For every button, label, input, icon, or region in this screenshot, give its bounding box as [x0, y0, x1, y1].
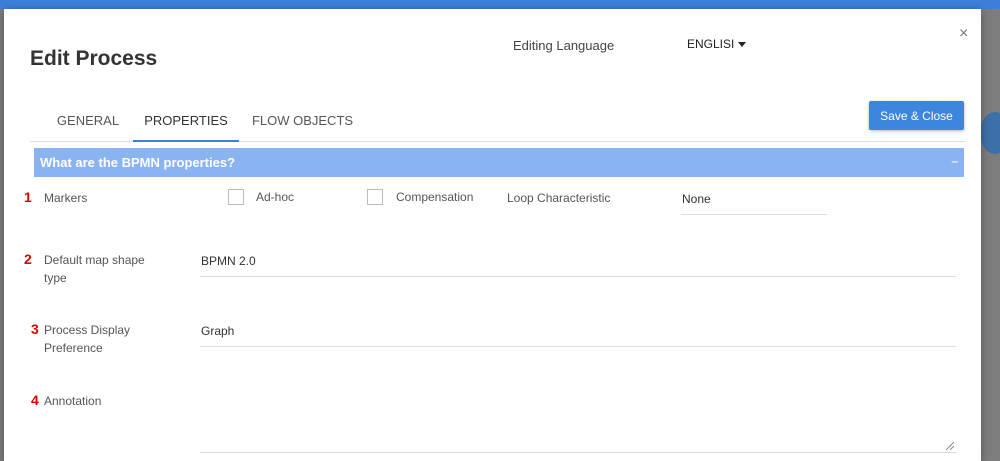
tab-properties[interactable]: PROPERTIES — [133, 101, 239, 142]
row-number-4: 4 — [31, 392, 39, 408]
map-shape-label-line2: type — [44, 271, 67, 285]
display-pref-label-line2: Preference — [44, 341, 103, 355]
display-pref-label-line1: Process Display — [44, 323, 131, 337]
annotation-label: Annotation — [44, 394, 102, 408]
collapse-icon[interactable]: – — [951, 154, 958, 168]
loop-characteristic-select[interactable]: None — [682, 192, 711, 206]
language-value: ENGLISI — [687, 37, 735, 51]
loop-select-underline — [681, 214, 827, 215]
language-dropdown[interactable]: ENGLISI — [687, 37, 747, 51]
compensation-checkbox[interactable] — [367, 189, 383, 205]
display-pref-underline — [200, 346, 956, 347]
compensation-label: Compensation — [396, 190, 474, 204]
tab-flow-objects[interactable]: FLOW OBJECTS — [250, 101, 355, 140]
tab-bar: GENERAL PROPERTIES FLOW OBJECTS — [30, 101, 965, 142]
save-close-button[interactable]: Save & Close — [869, 101, 964, 130]
section-title: What are the BPMN properties? — [40, 155, 236, 170]
adhoc-checkbox[interactable] — [228, 189, 244, 205]
caret-down-icon — [738, 42, 747, 48]
markers-label: Markers — [44, 191, 88, 205]
row-number-3: 3 — [31, 321, 39, 337]
row-number-1: 1 — [24, 189, 32, 205]
map-shape-select[interactable]: BPMN 2.0 — [201, 254, 256, 268]
map-shape-label-line1: Default map shape — [44, 253, 145, 267]
dialog-title: Edit Process — [30, 47, 158, 70]
tab-general[interactable]: GENERAL — [50, 101, 126, 140]
annotation-underline — [200, 452, 956, 453]
app-top-bar — [0, 0, 1000, 9]
section-header[interactable]: What are the BPMN properties? – — [34, 148, 964, 177]
map-shape-underline — [200, 276, 956, 277]
annotation-textarea[interactable] — [201, 393, 941, 435]
loop-characteristic-label: Loop Characteristic — [507, 191, 611, 205]
close-icon[interactable]: × — [959, 26, 968, 42]
row-number-2: 2 — [24, 251, 32, 267]
editing-language-label: Editing Language — [513, 38, 615, 53]
adhoc-label: Ad-hoc — [256, 190, 295, 204]
resize-handle-icon[interactable] — [946, 442, 954, 450]
background-fab — [980, 112, 1000, 154]
display-pref-select[interactable]: Graph — [201, 324, 234, 338]
edit-process-dialog: Edit Process Editing Language ENGLISI × … — [4, 9, 981, 461]
